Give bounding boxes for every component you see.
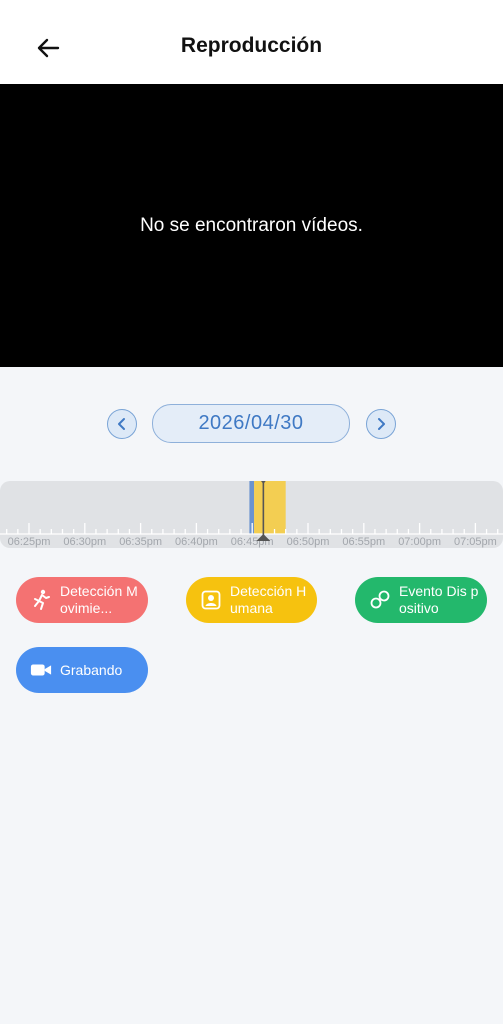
legend-motion-detection[interactable]: Detección Movimie... bbox=[16, 577, 148, 623]
current-date: 2026/04/30 bbox=[198, 412, 304, 434]
time-tick-label: 06:40pm bbox=[175, 536, 218, 548]
time-tick-label: 06:45pm bbox=[231, 536, 274, 548]
timeline-scrubber[interactable]: 06:25pm 06:30pm 06:35pm 06:40pm 06:45pm 06:50… bbox=[0, 481, 503, 548]
timeline-track[interactable]: 06:25pm 06:30pm 06:35pm 06:40pm 06:45pm 06:50… bbox=[0, 481, 503, 548]
time-tick-label: 07:05pm bbox=[454, 536, 497, 548]
date-navigator: 2026/04/30 bbox=[0, 404, 503, 444]
video-camera-icon bbox=[30, 659, 52, 681]
time-tick-label: 07:00pm bbox=[398, 536, 441, 548]
date-selector[interactable]: 2026/04/30 bbox=[152, 404, 350, 443]
device-link-icon bbox=[369, 589, 391, 611]
legend-recording[interactable]: Grabando bbox=[16, 647, 148, 693]
previous-day-button[interactable] bbox=[107, 409, 137, 439]
legend-label: Detección Movimie... bbox=[60, 583, 138, 616]
chevron-right-icon bbox=[378, 418, 385, 430]
legend-label: Evento Dis positivo bbox=[399, 583, 479, 616]
time-tick-label: 06:30pm bbox=[63, 536, 106, 548]
time-tick-label: 06:55pm bbox=[342, 536, 385, 548]
running-person-icon bbox=[30, 589, 52, 611]
chevron-left-icon bbox=[118, 418, 125, 430]
time-tick-label: 06:35pm bbox=[119, 536, 162, 548]
time-tick-label: 06:50pm bbox=[287, 536, 330, 548]
time-tick-label: 06:25pm bbox=[8, 536, 51, 548]
next-day-button[interactable] bbox=[366, 409, 396, 439]
video-player[interactable]: No se encontraron vídeos. bbox=[0, 84, 503, 367]
legend-human-detection[interactable]: Detección Humana bbox=[186, 577, 317, 623]
app-header: Reproducción bbox=[0, 0, 503, 84]
no-video-message: No se encontraron vídeos. bbox=[140, 215, 363, 236]
recording-segment bbox=[254, 481, 286, 534]
page-title: Reproducción bbox=[180, 34, 323, 57]
legend-device-event[interactable]: Evento Dis positivo bbox=[355, 577, 487, 623]
legend-label: Detección Humana bbox=[230, 583, 307, 616]
person-frame-icon bbox=[200, 589, 222, 611]
legend-label: Grabando bbox=[60, 661, 123, 678]
